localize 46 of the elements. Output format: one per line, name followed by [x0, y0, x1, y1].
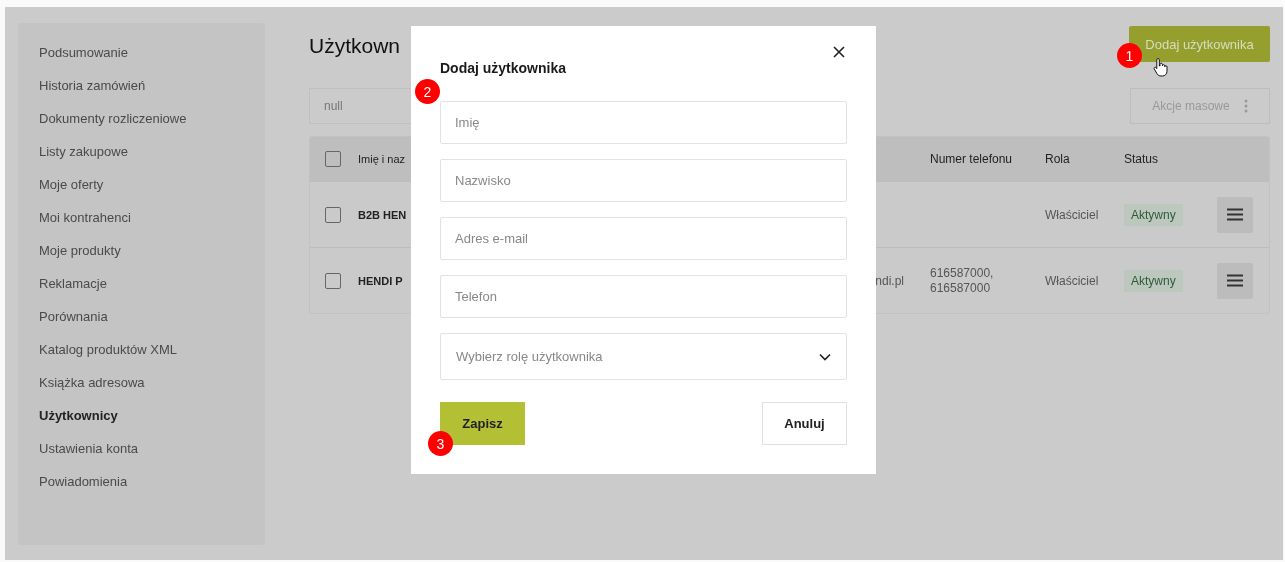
column-header: Numer telefonu: [930, 152, 1013, 166]
cancel-button[interactable]: Anuluj: [762, 402, 847, 445]
sidebar-item[interactable]: Ustawienia konta: [39, 439, 244, 458]
status-badge: Aktywny: [1124, 203, 1183, 226]
sidebar-item[interactable]: Dokumenty rozliczeniowe: [39, 109, 244, 128]
sidebar-item[interactable]: Reklamacje: [39, 274, 244, 293]
menu-icon: [1227, 274, 1243, 287]
table-cell: B2B HEN: [358, 208, 407, 221]
input-field[interactable]: Nazwisko: [440, 159, 847, 202]
sidebar-item[interactable]: Moje produkty: [39, 241, 244, 260]
status-badge: Aktywny: [1124, 269, 1183, 292]
input-field[interactable]: Adres e-mail: [440, 217, 847, 260]
sidebar-item[interactable]: Moje oferty: [39, 175, 244, 194]
checkbox[interactable]: [325, 151, 341, 167]
sidebar-item[interactable]: Użytkownicy: [39, 406, 244, 425]
column-header: Status: [1124, 152, 1159, 166]
sidebar-item[interactable]: Historia zamówień: [39, 76, 244, 95]
chevron-down-icon: [819, 352, 831, 361]
input-field[interactable]: Telefon: [440, 275, 847, 318]
table-cell: ndi.pl: [875, 273, 904, 288]
page-title: Użytkown: [309, 34, 401, 58]
sidebar-item[interactable]: Listy zakupowe: [39, 142, 244, 161]
table-cell-text: 616587000, 616587000: [930, 265, 995, 296]
step-marker: 1: [1117, 43, 1142, 68]
input-field[interactable]: Imię: [440, 101, 847, 144]
checkbox[interactable]: [325, 206, 341, 223]
row-menu-button[interactable]: [1217, 196, 1253, 233]
sidebar-item[interactable]: Powiadomienia: [39, 472, 244, 491]
checkbox[interactable]: [325, 272, 341, 289]
sidebar-item[interactable]: Moi kontrahenci: [39, 208, 244, 227]
sidebar-item[interactable]: Książka adresowa: [39, 373, 244, 392]
hand-cursor-icon: [1153, 57, 1169, 77]
table-cell: Właściciel: [1045, 207, 1099, 222]
sidebar-item[interactable]: Podsumowanie: [39, 43, 244, 62]
menu-icon: [1227, 208, 1243, 221]
dialog-title: Dodaj użytkownika: [440, 60, 567, 76]
more-icon: [1243, 99, 1248, 113]
sidebar-item[interactable]: Katalog produktów XML: [39, 340, 244, 359]
column-header: Imię i naz: [358, 153, 406, 165]
role-select[interactable]: Wybierz rolę użytkownika: [440, 333, 847, 380]
table-cell: HENDI P: [358, 274, 403, 287]
close-icon[interactable]: [833, 46, 845, 58]
column-header: Rola: [1045, 152, 1070, 166]
table-cell: Właściciel: [1045, 273, 1099, 288]
sidebar-item[interactable]: Porównania: [39, 307, 244, 326]
row-menu-button[interactable]: [1217, 262, 1253, 299]
